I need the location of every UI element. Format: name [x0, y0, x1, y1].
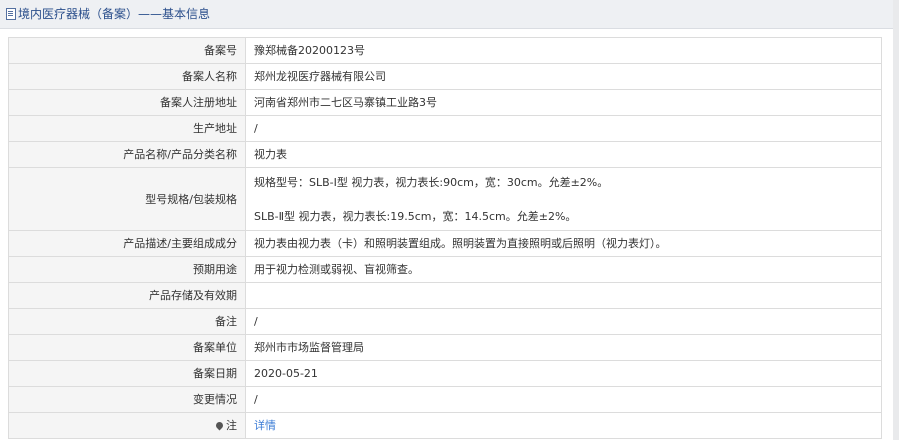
field-value: 规格型号：SLB-Ⅰ型 视力表，视力表长:90cm，宽：30cm。允差±2%。 … [245, 167, 882, 231]
field-label: 生产地址 [8, 115, 246, 142]
table-row: 备注 / [8, 308, 882, 335]
table-row: 备案号 豫郑械备20200123号 [8, 37, 882, 64]
table-row: 备案单位 郑州市市场监督管理局 [8, 334, 882, 361]
field-label: 型号规格/包装规格 [8, 167, 246, 231]
field-label: 备案人名称 [8, 63, 246, 90]
page-title: 境内医疗器械（备案）——基本信息 [18, 7, 211, 21]
table-row: 生产地址 / [8, 115, 882, 142]
field-value: / [245, 308, 882, 335]
field-value: / [245, 386, 882, 413]
field-value: 河南省郑州市二七区马寨镇工业路3号 [245, 89, 882, 116]
field-value: / [245, 115, 882, 142]
field-value: 视力表由视力表（卡）和照明装置组成。照明装置为直接照明或后照明（视力表灯）。 [245, 230, 882, 257]
table-row: 备案人名称 郑州龙视医疗器械有限公司 [8, 63, 882, 90]
field-label: 备案人注册地址 [8, 89, 246, 116]
table-row: 备案人注册地址 河南省郑州市二七区马寨镇工业路3号 [8, 89, 882, 116]
field-value: 豫郑械备20200123号 [245, 37, 882, 64]
field-label: 预期用途 [8, 256, 246, 283]
document-icon [6, 8, 16, 20]
field-value [245, 282, 882, 309]
table-row: 注 详情 [8, 412, 882, 439]
field-label: 备注 [8, 308, 246, 335]
table-row: 变更情况 / [8, 386, 882, 413]
details-link[interactable]: 详情 [254, 419, 276, 432]
field-label: 备案号 [8, 37, 246, 64]
page-header: 境内医疗器械（备案）——基本信息 [0, 0, 893, 29]
table-row: 预期用途 用于视力检测或弱视、盲视筛查。 [8, 256, 882, 283]
field-label: 备案日期 [8, 360, 246, 387]
field-value: 视力表 [245, 141, 882, 168]
note-label: 注 [8, 412, 246, 439]
field-value: 用于视力检测或弱视、盲视筛查。 [245, 256, 882, 283]
field-label: 产品存储及有效期 [8, 282, 246, 309]
basic-info-table: 备案号 豫郑械备20200123号 备案人名称 郑州龙视医疗器械有限公司 备案人… [8, 37, 882, 439]
field-label: 备案单位 [8, 334, 246, 361]
spec-line-1: 规格型号：SLB-Ⅰ型 视力表，视力表长:90cm，宽：30cm。允差±2%。 [254, 175, 609, 189]
table-row: 产品存储及有效期 [8, 282, 882, 309]
field-value: 郑州龙视医疗器械有限公司 [245, 63, 882, 90]
location-pin-icon [214, 420, 225, 431]
table-row: 产品描述/主要组成成分 视力表由视力表（卡）和照明装置组成。照明装置为直接照明或… [8, 230, 882, 257]
field-label: 产品描述/主要组成成分 [8, 230, 246, 257]
table-row: 产品名称/产品分类名称 视力表 [8, 141, 882, 168]
field-label: 变更情况 [8, 386, 246, 413]
field-value: 2020-05-21 [245, 360, 882, 387]
table-row: 备案日期 2020-05-21 [8, 360, 882, 387]
spec-line-2: SLB-Ⅱ型 视力表，视力表长:19.5cm，宽：14.5cm。允差±2%。 [254, 209, 577, 223]
table-row: 型号规格/包装规格 规格型号：SLB-Ⅰ型 视力表，视力表长:90cm，宽：30… [8, 167, 882, 231]
field-value: 郑州市市场监督管理局 [245, 334, 882, 361]
field-label: 产品名称/产品分类名称 [8, 141, 246, 168]
field-value: 详情 [245, 412, 882, 439]
scrollbar-track[interactable] [893, 0, 899, 440]
